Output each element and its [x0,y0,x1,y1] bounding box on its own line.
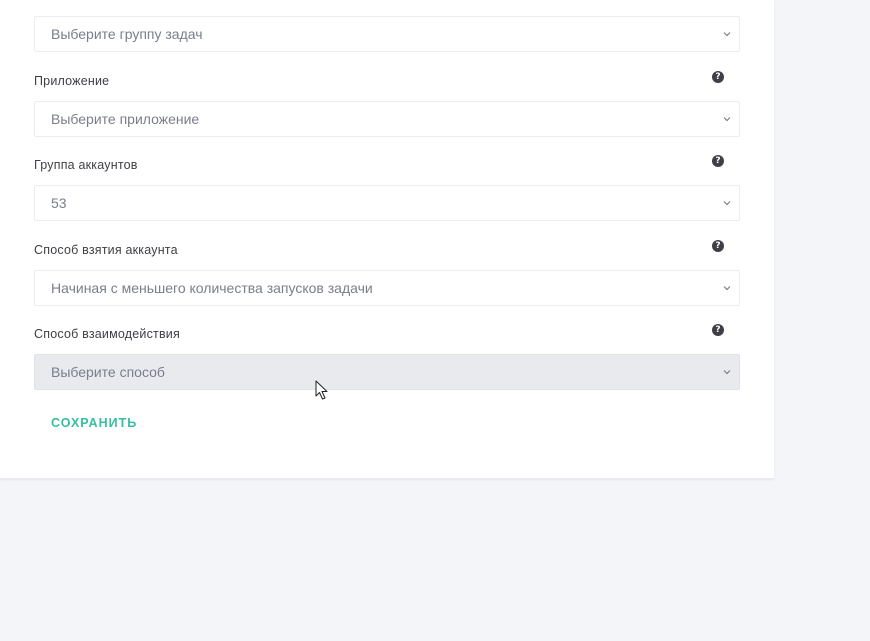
application-label: Приложение [34,74,110,88]
page: Выберите группу задач Приложение ? Выбер… [0,0,870,641]
chevron-down-icon [723,117,731,122]
chevron-down-icon [723,201,731,206]
save-button[interactable]: СОХРАНИТЬ [34,412,154,434]
interaction-method-label: Способ взаимодействия [34,327,180,341]
question-circle-icon[interactable]: ? [712,155,724,167]
task-group-select[interactable]: Выберите группу задач [34,16,740,52]
interaction-method-select[interactable]: Выберите способ [34,354,740,390]
account-group-select[interactable]: 53 [34,185,740,221]
chevron-down-icon [723,370,731,375]
account-method-label: Способ взятия аккаунта [34,243,178,257]
form-card: Выберите группу задач Приложение ? Выбер… [0,0,774,479]
chevron-down-icon [723,286,731,291]
chevron-down-icon [723,32,731,37]
question-circle-icon[interactable]: ? [712,71,724,83]
account-method-select-value: Начиная с меньшего количества запусков з… [51,280,373,296]
question-circle-icon[interactable]: ? [712,240,724,252]
interaction-method-select-value: Выберите способ [51,364,165,380]
task-group-select-value: Выберите группу задач [51,26,203,42]
question-circle-icon[interactable]: ? [712,324,724,336]
account-group-label: Группа аккаунтов [34,158,138,172]
account-group-select-value: 53 [51,195,67,211]
account-method-select[interactable]: Начиная с меньшего количества запусков з… [34,270,740,306]
mouse-cursor-icon [315,380,328,400]
application-select[interactable]: Выберите приложение [34,101,740,137]
application-select-value: Выберите приложение [51,111,200,127]
